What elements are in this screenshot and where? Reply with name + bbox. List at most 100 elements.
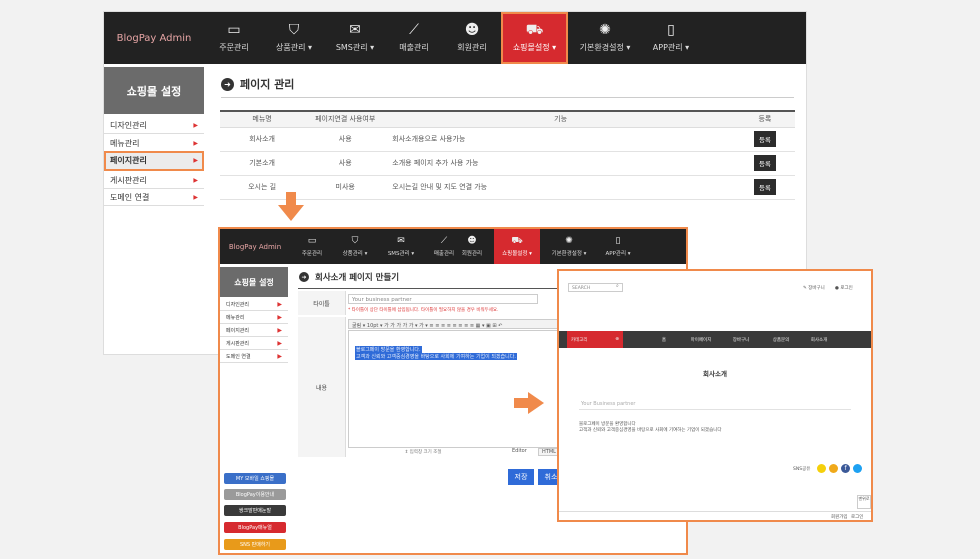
twitter-icon[interactable] (853, 464, 862, 473)
nav-members[interactable]: ☻ 회원관리 (452, 229, 492, 264)
sidebar-title: 쇼핑몰 설정 (104, 67, 204, 114)
nav-sms[interactable]: ✉ SMS관리 ▾ (326, 12, 384, 64)
nav-products[interactable]: ⛉ 상품관리 ▾ (264, 12, 324, 64)
usage-guide-button[interactable]: BlogPay이용안내 (224, 489, 286, 500)
cell-register: 등록 (734, 175, 795, 200)
cart-link[interactable]: ✎ 장바구니 (803, 285, 825, 291)
cell-menu: 기본소개 (220, 151, 305, 176)
monitor-icon: ▭ (307, 235, 317, 246)
table-row: 오시는 길 미사용 오시는길 안내 및 지도 연결 가능 등록 (220, 175, 795, 200)
sidebar-item-domain[interactable]: 도메인 연결 ▶ (104, 189, 204, 206)
cell-feature: 오시는길 안내 및 지도 연결 가능 (386, 175, 735, 200)
category-menu[interactable]: 카테고리 ⊕ (567, 331, 623, 348)
cart-icon: ⛟ (525, 22, 544, 38)
chevron-right-icon: ▶ (193, 176, 198, 184)
sidebar-item-menu[interactable]: 메뉴관리 ▶ (104, 135, 204, 152)
search-icon[interactable]: ⌕ (616, 283, 619, 289)
register-button[interactable]: 등록 (753, 131, 776, 147)
manual-button[interactable]: BlogPay매뉴얼 (224, 522, 286, 533)
nav-inquiry[interactable]: 상품문의 (761, 331, 801, 348)
nav-app[interactable]: ▯ APP관리 ▾ (640, 12, 702, 64)
save-button[interactable]: 저장 (508, 469, 534, 485)
sidebar-title: 쇼핑몰 설정 (220, 267, 288, 297)
kakaostory-icon[interactable] (829, 464, 838, 473)
phone-icon: ▯ (667, 22, 675, 38)
sns-share-label: SNS공유 (793, 467, 811, 472)
cell-feature: 회사소개용으로 사용가능 (386, 127, 735, 152)
top-navigation: BlogPay Admin ▭ 주문관리 ⛉ 상품관리 ▾ ✉ SMS관리 ▾ ⟋ 매출… (104, 12, 806, 64)
nav-cart[interactable]: 장바구니 (721, 331, 761, 348)
shop-navigation: 카테고리 ⊕ 홈 마이페이지 장바구니 상품문의 회사소개 (559, 331, 871, 348)
sidebar-item-design[interactable]: 디자인관리 ▶ (104, 117, 204, 134)
content-line: 고객과 신뢰와 고객중심경영을 바탕으로 사회에 기여하는 기업이 되겠습니다 (579, 428, 722, 433)
chat-icon: ✉ (397, 235, 405, 246)
resize-handle[interactable]: ⇕ 입력창 크기 조절 (348, 449, 498, 455)
cell-register: 등록 (734, 127, 795, 152)
top-button[interactable]: 맨위로 (857, 495, 871, 509)
nav-sales[interactable]: ⟋ 매출관리 (386, 12, 442, 64)
basket-icon: ⛉ (351, 235, 359, 246)
nav-products[interactable]: ⛉ 상품관리 ▾ (332, 229, 378, 264)
sidebar-item-domain[interactable]: 도메인 연결 ▶ (220, 351, 288, 363)
nav-basic-settings[interactable]: ✺ 기본환경설정 ▾ (572, 12, 638, 64)
page-table: 메뉴명 페이지연결 사용여부 기능 등록 회사소개 사용 회사소개용으로 사용가… (220, 110, 795, 200)
right-arrow-icon (514, 392, 544, 414)
sidebar-item-design[interactable]: 디자인관리 ▶ (220, 299, 288, 311)
cell-register: 등록 (734, 151, 795, 176)
search-input[interactable]: SEARCH (568, 283, 623, 292)
nav-app[interactable]: ▯ APP관리 ▾ (596, 229, 640, 264)
nav-orders[interactable]: ▭ 주문관리 (292, 229, 332, 264)
title-divider (221, 97, 794, 98)
nav-about[interactable]: 회사소개 (799, 331, 839, 348)
nav-home[interactable]: 홈 (649, 331, 679, 348)
register-button[interactable]: 등록 (753, 155, 776, 171)
people-icon: ☻ (467, 235, 477, 246)
mode-editor-tab[interactable]: Editor (512, 448, 527, 454)
chart-icon: ⟋ (440, 235, 448, 246)
preview-heading: 회사소개 (703, 370, 727, 378)
sidebar-item-board[interactable]: 게시판관리 ▶ (104, 172, 204, 189)
chevron-right-icon: ▶ (277, 301, 282, 308)
chevron-right-icon: ▶ (277, 340, 282, 347)
sidebar-item-page[interactable]: 페이지관리 ▶ (104, 151, 204, 171)
cell-use: 사용 (304, 151, 387, 176)
editor-toolbar[interactable]: 굴림 ▾ 10pt ▾ 가 가 가 가 가 ▾ 가 ▾ ≡ ≡ ≡ ≡ ≡ ≡ … (348, 319, 560, 329)
sidebar-item-board[interactable]: 게시판관리 ▶ (220, 338, 288, 350)
nav-members[interactable]: ☻ 회원관리 (444, 12, 500, 64)
nav-mypage[interactable]: 마이페이지 (681, 331, 721, 348)
nav-orders[interactable]: ▭ 주문관리 (207, 12, 261, 64)
phone-icon: ▯ (615, 235, 621, 246)
nav-sms[interactable]: ✉ SMS관리 ▾ (378, 229, 424, 264)
chevron-right-icon: ▶ (277, 353, 282, 360)
brand-logo[interactable]: BlogPay Admin (220, 229, 290, 264)
register-button[interactable]: 등록 (753, 179, 776, 195)
column-header: 페이지연결 사용여부 (304, 110, 387, 128)
footer-signup-link[interactable]: 회원가입 (831, 514, 848, 520)
sidebar-item-menu[interactable]: 메뉴관리 ▶ (220, 312, 288, 324)
nav-shop-settings[interactable]: ⛟ 쇼핑몰설정 ▾ (501, 12, 568, 64)
footer-login-link[interactable]: 로그인 (851, 514, 863, 520)
nav-shop-settings[interactable]: ⛟ 쇼핑몰설정 ▾ (494, 229, 540, 264)
chevron-right-icon: ▶ (193, 121, 198, 129)
plus-circle-icon: ⊕ (615, 337, 619, 342)
chart-icon: ⟋ (409, 22, 419, 38)
nav-basic-settings[interactable]: ✺ 기본환경설정 ▾ (542, 229, 596, 264)
title-label: 타이틀 (298, 291, 346, 315)
bank-sales-button[interactable]: 쌍크말판매눈말 (224, 505, 286, 516)
facebook-icon[interactable]: f (841, 464, 850, 473)
top-navigation: BlogPay Admin ▭ 주문관리 ⛉ 상품관리 ▾ ✉ SMS관리 ▾ ⟋ 매출… (220, 229, 686, 264)
kakaotalk-icon[interactable] (817, 464, 826, 473)
cell-feature: 소개용 페이지 추가 사용 가능 (386, 151, 735, 176)
chevron-right-icon: ▶ (193, 157, 198, 164)
chevron-right-icon: ▶ (193, 193, 198, 201)
sidebar-item-page[interactable]: 페이지관리 ▶ (220, 325, 288, 337)
sns-sell-button[interactable]: SNS 판매하기 (224, 539, 286, 550)
divider (579, 409, 851, 410)
brand-logo[interactable]: BlogPay Admin (104, 12, 204, 64)
login-link[interactable]: ● 로그인 (835, 285, 853, 291)
partner-title: Your Business partner (581, 401, 636, 407)
monitor-icon: ▭ (227, 22, 241, 38)
my-mobile-shop-button[interactable]: MY 모바일 쇼핑몰 (224, 473, 286, 484)
people-icon: ☻ (464, 22, 480, 38)
title-input[interactable]: Your business partner (348, 294, 538, 304)
